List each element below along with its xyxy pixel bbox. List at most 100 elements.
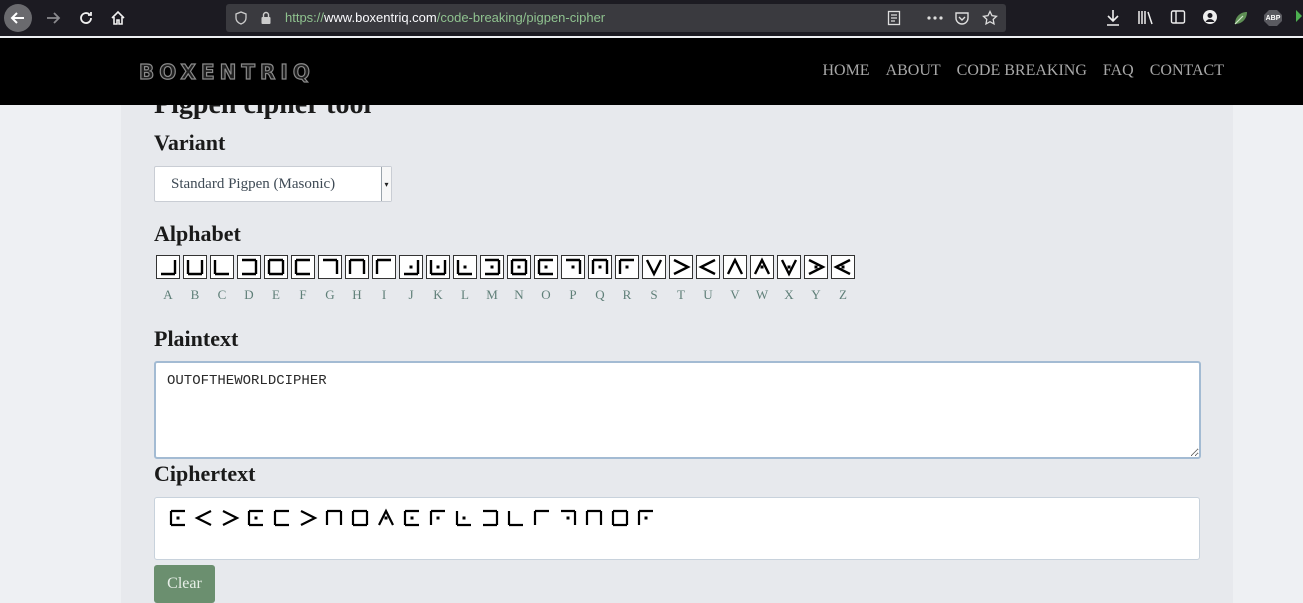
adblock-icon[interactable]: ABP bbox=[1264, 10, 1282, 26]
home-button[interactable] bbox=[104, 4, 132, 32]
alphabet-letter: U bbox=[703, 287, 713, 302]
forward-button[interactable] bbox=[39, 4, 67, 32]
alphabet-letter: Y bbox=[811, 287, 821, 302]
alphabet-letter: B bbox=[190, 287, 200, 302]
alphabet-item: N bbox=[507, 255, 531, 303]
alphabet-item: Q bbox=[588, 255, 612, 303]
pigpen-glyph-o bbox=[247, 509, 263, 527]
pigpen-glyph-f bbox=[294, 258, 310, 276]
url-host: www.boxentriq.com bbox=[324, 10, 437, 25]
alphabet-letter: A bbox=[163, 287, 173, 302]
extension-leaf-icon[interactable] bbox=[1232, 9, 1250, 27]
pigpen-glyph-o bbox=[169, 509, 185, 527]
sidebar-icon[interactable] bbox=[1170, 9, 1186, 25]
alphabet-glyph bbox=[372, 255, 396, 279]
home-icon bbox=[111, 10, 125, 25]
alphabet-item: A bbox=[156, 255, 180, 303]
arrow-left-icon bbox=[10, 12, 24, 24]
pigpen-glyph-z bbox=[833, 258, 851, 276]
pigpen-glyph-e bbox=[351, 509, 369, 527]
plaintext-label: Plaintext bbox=[154, 326, 239, 351]
alphabet-item: D bbox=[237, 255, 261, 303]
plaintext-input[interactable]: OUTOFTHEWORLDCIPHER bbox=[154, 361, 1201, 459]
library-icon[interactable] bbox=[1137, 9, 1155, 25]
site-logo[interactable]: BOXENTRIQ bbox=[138, 59, 315, 84]
nav-code-breaking[interactable]: CODE BREAKING bbox=[957, 62, 1087, 80]
alphabet-letter: G bbox=[325, 287, 335, 302]
nav-home[interactable]: HOME bbox=[822, 62, 869, 80]
alphabet-item: V bbox=[723, 255, 747, 303]
lock-icon[interactable] bbox=[260, 11, 272, 25]
pigpen-glyph-r bbox=[618, 258, 634, 274]
alphabet-glyph bbox=[615, 255, 639, 279]
pigpen-glyph-l bbox=[455, 511, 471, 527]
alphabet-letter: L bbox=[461, 287, 469, 302]
alphabet-glyph bbox=[831, 255, 855, 279]
alphabet-item: J bbox=[399, 255, 423, 303]
arrow-right-icon bbox=[47, 12, 61, 24]
nav-contact[interactable]: CONTACT bbox=[1150, 62, 1224, 80]
pigpen-glyph-a bbox=[161, 260, 177, 276]
account-icon[interactable] bbox=[1202, 9, 1218, 25]
more-actions-icon[interactable] bbox=[926, 10, 944, 26]
pigpen-glyph-h bbox=[585, 509, 603, 525]
adblock-label: ABP bbox=[1265, 14, 1281, 22]
alphabet-item: K bbox=[426, 255, 450, 303]
pigpen-glyph-m bbox=[485, 258, 501, 276]
nav-about[interactable]: ABOUT bbox=[886, 62, 941, 80]
ciphertext-glyphs bbox=[168, 508, 656, 528]
alphabet-label: Alphabet bbox=[154, 221, 241, 246]
pocket-icon[interactable] bbox=[954, 10, 970, 26]
pigpen-glyph-j bbox=[404, 260, 420, 276]
reload-icon bbox=[80, 12, 92, 24]
pigpen-glyph-c bbox=[507, 511, 523, 527]
alphabet-glyph bbox=[480, 255, 504, 279]
alphabet-letter: Q bbox=[595, 287, 605, 302]
extension-icon[interactable] bbox=[1290, 9, 1303, 25]
download-icon[interactable] bbox=[1105, 9, 1121, 27]
alphabet-glyph bbox=[750, 255, 774, 279]
alphabet-glyph bbox=[642, 255, 666, 279]
alphabet-glyph bbox=[723, 255, 747, 279]
pigpen-glyph-u bbox=[698, 258, 716, 276]
alphabet-item: S bbox=[642, 255, 666, 303]
pigpen-glyph-c bbox=[213, 260, 229, 276]
alphabet-glyph bbox=[561, 255, 585, 279]
back-button[interactable] bbox=[4, 4, 32, 32]
clear-button[interactable]: Clear bbox=[154, 565, 215, 603]
alphabet-item: M bbox=[480, 255, 504, 303]
alphabet-glyph bbox=[264, 255, 288, 279]
alphabet-letter: R bbox=[622, 287, 632, 302]
reload-button[interactable] bbox=[72, 4, 100, 32]
pigpen-glyph-w bbox=[753, 257, 771, 275]
alphabet-letter: E bbox=[272, 287, 280, 302]
alphabet-item: Y bbox=[804, 255, 828, 303]
ciphertext-output bbox=[154, 497, 1200, 560]
bookmark-star-icon[interactable] bbox=[982, 10, 998, 26]
alphabet-item: X bbox=[777, 255, 801, 303]
variant-select[interactable]: Standard Pigpen (Masonic) ▾ bbox=[154, 166, 392, 202]
pigpen-glyph-w bbox=[378, 508, 394, 526]
nav-faq[interactable]: FAQ bbox=[1103, 62, 1134, 80]
alphabet-glyph bbox=[588, 255, 612, 279]
alphabet-letter: W bbox=[755, 287, 769, 302]
chevron-down-icon: ▾ bbox=[381, 167, 391, 201]
pigpen-glyph-h bbox=[348, 258, 366, 274]
alphabet-letter: P bbox=[569, 287, 577, 302]
alphabet-item: L bbox=[453, 255, 477, 303]
alphabet-letter: K bbox=[433, 287, 443, 302]
alphabet-glyph bbox=[669, 255, 693, 279]
reader-view-icon[interactable] bbox=[886, 10, 902, 26]
alphabet-glyph bbox=[777, 255, 801, 279]
url-text[interactable]: https://www.boxentriq.com/code-breaking/… bbox=[285, 10, 605, 25]
alphabet-item: H bbox=[345, 255, 369, 303]
pigpen-glyph-f bbox=[273, 509, 289, 527]
alphabet-item: W bbox=[750, 255, 774, 303]
url-bar[interactable]: https://www.boxentriq.com/code-breaking/… bbox=[226, 4, 1006, 32]
shield-icon[interactable] bbox=[234, 11, 248, 25]
pigpen-glyph-i bbox=[375, 258, 391, 274]
alphabet-letter: J bbox=[408, 287, 414, 302]
pigpen-glyph-i bbox=[533, 509, 549, 525]
page-title: Pigpen cipher tool bbox=[154, 105, 371, 121]
alphabet-item: F bbox=[291, 255, 315, 303]
